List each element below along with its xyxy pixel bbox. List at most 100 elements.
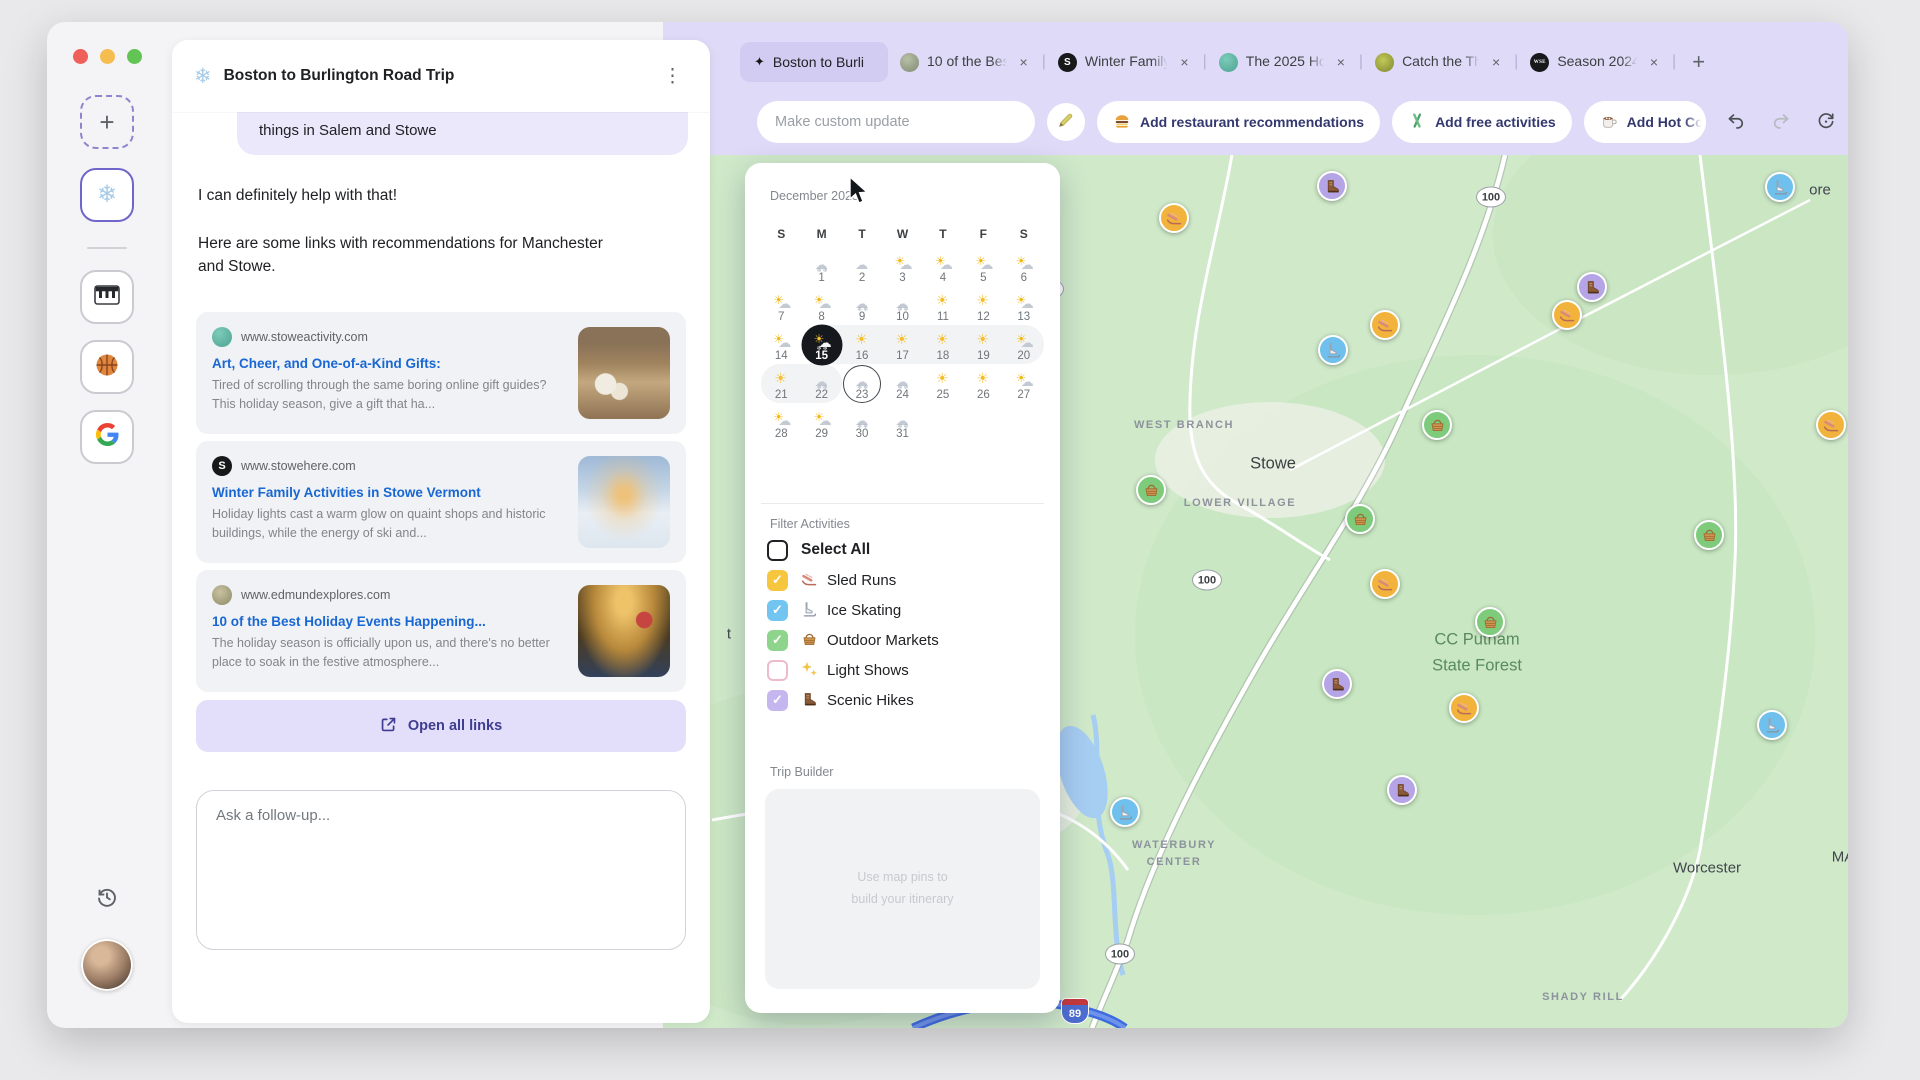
map-pin-skate[interactable] — [1318, 335, 1348, 365]
tab[interactable]: WSESeason 2024× — [1530, 53, 1660, 72]
tab-active[interactable]: ✦Boston to Burli — [740, 42, 888, 82]
filter-row-outdoor-markets[interactable]: ✓Outdoor Markets — [767, 629, 1044, 651]
calendar-day[interactable]: ☁❄❄23 — [842, 364, 882, 403]
redo-button[interactable] — [1771, 110, 1791, 135]
calendar-day[interactable]: ☀12 — [963, 286, 1003, 325]
calendar-day[interactable]: ☀21 — [761, 364, 801, 403]
map-pin-skate[interactable] — [1757, 710, 1787, 740]
toolbar-action-button[interactable]: Add restaurant recommendations — [1097, 101, 1380, 143]
filter-row-scenic-hikes[interactable]: ✓Scenic Hikes — [767, 689, 1044, 711]
map-pin-sled[interactable] — [1370, 310, 1400, 340]
map-pin-sled[interactable] — [1370, 569, 1400, 599]
checkbox-checked[interactable]: ✓ — [767, 690, 788, 711]
map-pin-sled[interactable] — [1552, 300, 1582, 330]
tab[interactable]: 10 of the Bes× — [900, 53, 1030, 72]
calendar-day[interactable]: ☀☁28 — [761, 403, 801, 442]
calendar-day[interactable]: ☀☁6 — [1004, 247, 1044, 286]
calendar-day[interactable]: ☀17 — [882, 325, 922, 364]
calendar-day[interactable]: ☀☁4 — [923, 247, 963, 286]
sidebar-item-piano-project[interactable] — [80, 270, 134, 324]
calendar-day[interactable]: ☀26 — [963, 364, 1003, 403]
calendar-day[interactable]: ☁❄❄31 — [882, 403, 922, 442]
filter-row-ice-skating[interactable]: ✓Ice Skating — [767, 599, 1044, 621]
checkbox-unchecked[interactable] — [767, 660, 788, 681]
edit-button[interactable] — [1047, 103, 1085, 141]
calendar-day[interactable]: ☀☁❄❄15 — [801, 325, 841, 364]
sidebar-item-basketball-project[interactable] — [80, 340, 134, 394]
calendar-day[interactable]: ☀☁29 — [801, 403, 841, 442]
calendar-day[interactable]: ☀18 — [923, 325, 963, 364]
map-pin-skate[interactable] — [1765, 172, 1795, 202]
calendar-day[interactable]: ☁❄❄30 — [842, 403, 882, 442]
history-button[interactable] — [95, 885, 119, 909]
checkbox-checked[interactable]: ✓ — [767, 600, 788, 621]
map-pin-market[interactable] — [1422, 410, 1452, 440]
calendar-day[interactable]: ☀☁8 — [801, 286, 841, 325]
close-tab-icon[interactable]: × — [1018, 54, 1030, 70]
close-tab-icon[interactable]: × — [1648, 54, 1660, 70]
close-tab-icon[interactable]: × — [1490, 54, 1502, 70]
checkbox-checked[interactable]: ✓ — [767, 630, 788, 651]
map-pin-market[interactable] — [1694, 520, 1724, 550]
card-title-link[interactable]: 10 of the Best Holiday Events Happening.… — [212, 614, 564, 629]
map-pin-market[interactable] — [1475, 607, 1505, 637]
map-pin-sled[interactable] — [1159, 203, 1189, 233]
calendar-day[interactable]: ☀25 — [923, 364, 963, 403]
checkbox-unchecked[interactable] — [767, 540, 788, 561]
calendar-day[interactable]: ☁❄❄9 — [842, 286, 882, 325]
map-pin-hike[interactable] — [1317, 171, 1347, 201]
filter-row-light-shows[interactable]: Light Shows — [767, 659, 1044, 681]
sidebar-item-google-project[interactable] — [80, 410, 134, 464]
refresh-button[interactable] — [1816, 110, 1836, 135]
card-title-link[interactable]: Art, Cheer, and One-of-a-Kind Gifts: — [212, 356, 564, 371]
close-window-button[interactable] — [73, 49, 88, 64]
calendar-day[interactable]: ☀☁20 — [1004, 325, 1044, 364]
custom-update-input[interactable]: Make custom update — [757, 101, 1035, 143]
calendar-day[interactable]: ☀☁13 — [1004, 286, 1044, 325]
link-card[interactable]: Swww.stowehere.comWinter Family Activiti… — [196, 441, 686, 563]
map-pin-hike[interactable] — [1387, 775, 1417, 805]
sidebar-item-snowflake-project[interactable]: ❄ — [80, 168, 134, 222]
calendar-day[interactable]: ☁❄❄1 — [801, 247, 841, 286]
map-pin-hike[interactable] — [1322, 669, 1352, 699]
link-card[interactable]: www.stoweactivity.comArt, Cheer, and One… — [196, 312, 686, 434]
tab[interactable]: Catch the Th× — [1375, 53, 1502, 72]
map-pin-market[interactable] — [1345, 504, 1375, 534]
map-pin-market[interactable] — [1136, 475, 1166, 505]
checkbox-checked[interactable]: ✓ — [767, 570, 788, 591]
zoom-window-button[interactable] — [127, 49, 142, 64]
link-card[interactable]: www.edmundexplores.com10 of the Best Hol… — [196, 570, 686, 692]
undo-button[interactable] — [1726, 110, 1746, 135]
user-avatar[interactable] — [81, 939, 133, 991]
followup-input[interactable]: Ask a follow-up... — [196, 790, 686, 950]
toolbar-action-button[interactable]: Add free activities — [1392, 101, 1572, 143]
new-project-button[interactable]: + — [80, 95, 134, 149]
calendar-day[interactable]: ☀☁3 — [882, 247, 922, 286]
calendar-day[interactable]: ☀☁14 — [761, 325, 801, 364]
kebab-menu-icon[interactable]: ⋮ — [657, 63, 688, 90]
calendar-day[interactable]: ☀19 — [963, 325, 1003, 364]
map-pin-sled[interactable] — [1449, 693, 1479, 723]
map-pin-skate[interactable] — [1110, 797, 1140, 827]
calendar-day[interactable]: ☀16 — [842, 325, 882, 364]
filter-row-sled-runs[interactable]: ✓Sled Runs — [767, 569, 1044, 591]
close-tab-icon[interactable]: × — [1335, 54, 1347, 70]
close-tab-icon[interactable]: × — [1178, 54, 1190, 70]
tab[interactable]: SWinter Family× — [1058, 53, 1191, 72]
calendar-day[interactable]: ☀11 — [923, 286, 963, 325]
calendar-day[interactable]: ☀☁7 — [761, 286, 801, 325]
tab[interactable]: The 2025 Ho× — [1219, 53, 1347, 72]
calendar-day[interactable]: ☀☁27 — [1004, 364, 1044, 403]
calendar-day[interactable]: ☀☁5 — [963, 247, 1003, 286]
calendar-day[interactable]: ☁❄❄10 — [882, 286, 922, 325]
new-tab-button[interactable]: + — [1688, 49, 1709, 75]
map-pin-hike[interactable] — [1577, 272, 1607, 302]
minimize-window-button[interactable] — [100, 49, 115, 64]
calendar-day[interactable]: ☁2 — [842, 247, 882, 286]
calendar-day[interactable]: ☁❄❄24 — [882, 364, 922, 403]
calendar-day[interactable]: ☁❄❄22 — [801, 364, 841, 403]
filter-row-select-all[interactable]: Select All — [767, 539, 1044, 561]
toolbar-action-button[interactable]: Add Hot Co — [1584, 101, 1706, 143]
map-pin-sled[interactable] — [1816, 410, 1846, 440]
open-all-links-button[interactable]: Open all links — [196, 700, 686, 752]
